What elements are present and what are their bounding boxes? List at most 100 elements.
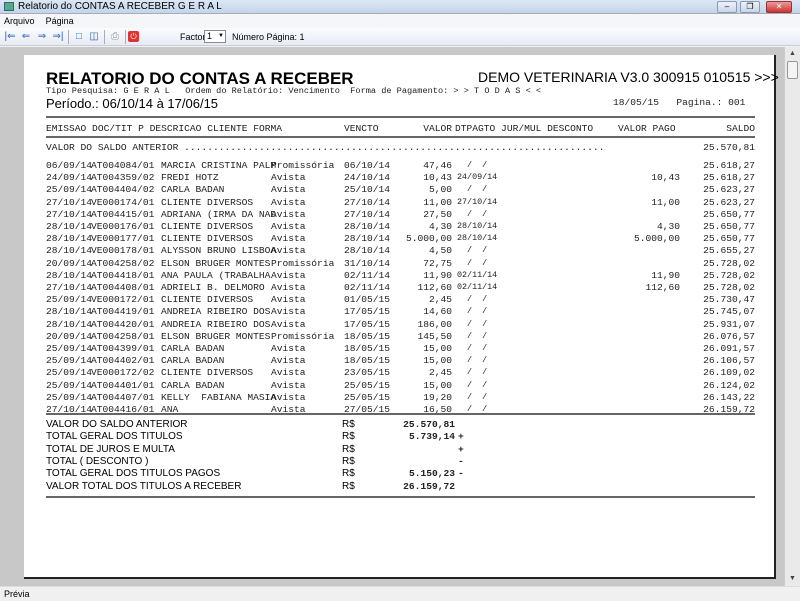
cell-vencto: 23/05/15 — [344, 367, 391, 379]
company-name: DEMO VETERINARIA V3.0 300915 010515 >>> — [478, 69, 779, 85]
menu-arquivo[interactable]: Arquivo — [0, 14, 39, 28]
exit-icon[interactable]: ⏻ — [128, 31, 139, 42]
single-page-icon[interactable]: □ — [72, 30, 86, 43]
cell-emissao: 20/09/14 — [46, 257, 93, 269]
summary-currency: R$ — [342, 419, 355, 430]
cell-doc: AT004415/01 — [91, 208, 155, 220]
prev-page-icon[interactable]: ⇐ — [19, 30, 33, 43]
cell-valor: 2,45 — [428, 294, 452, 306]
cell-saldo: 25.745,07 — [703, 306, 755, 318]
cell-doc: VE000172/01 — [91, 294, 155, 306]
cell-dtpagto: 28/10/14 — [457, 233, 498, 244]
cell-cliente: CARLA BADAN — [161, 355, 225, 367]
cell-forma: Promissória — [271, 257, 335, 269]
summary-label: TOTAL DE JUROS E MULTA — [46, 443, 175, 455]
cell-dtpagto: / / — [457, 306, 488, 317]
print-icon[interactable]: ⎙ — [108, 30, 122, 43]
cell-vencto: 17/05/15 — [344, 306, 391, 318]
cell-cliente: ANA PAULA (TRABALHA — [161, 269, 271, 281]
cell-doc: AT004420/01 — [91, 318, 155, 330]
cell-valor: 15,00 — [423, 355, 452, 367]
cell-doc: AT004258/01 — [91, 330, 155, 342]
cell-saldo: 25.730,47 — [703, 294, 755, 306]
cell-forma: Avista — [271, 379, 306, 391]
first-page-icon[interactable]: |⇐ — [3, 30, 17, 43]
cell-vencto: 31/10/14 — [344, 257, 391, 269]
cell-valor: 5,00 — [428, 184, 452, 196]
cell-doc: AT004258/02 — [91, 257, 155, 269]
report-date-page: 18/05/15 Pagina.: 001 — [613, 97, 746, 108]
cell-valor: 72,75 — [423, 257, 452, 269]
summary-label: TOTAL ( DESCONTO ) — [46, 455, 149, 467]
status-text: Prévia — [4, 589, 30, 599]
cell-saldo: 25.618,27 — [703, 160, 755, 171]
header-valor: VALOR — [423, 123, 452, 134]
cell-vencto: 28/10/14 — [344, 233, 391, 245]
cell-cliente: ELSON BRUGER MONTES — [161, 257, 271, 269]
divider — [46, 116, 755, 118]
cell-forma: Avista — [271, 221, 306, 232]
cell-vencto: 27/10/14 — [344, 208, 391, 220]
cell-valor-pago: 112,60 — [645, 282, 680, 293]
next-page-icon[interactable]: ⇒ — [35, 30, 49, 43]
cell-saldo: 25.728,02 — [703, 282, 755, 293]
two-pages-icon[interactable]: ◫ — [87, 30, 101, 43]
cell-valor: 11,00 — [423, 196, 452, 208]
cell-forma: Avista — [271, 306, 306, 318]
cell-dtpagto: / / — [457, 355, 488, 366]
factor-select[interactable]: 1 ▼ — [204, 30, 226, 43]
report-filters: Tipo Pesquisa: G E R A L Ordem do Relató… — [46, 86, 542, 96]
cell-valor: 27,50 — [423, 208, 452, 220]
summary-value: 26.159,72 — [403, 480, 455, 492]
cell-saldo: 25.650,77 — [703, 221, 755, 232]
cell-doc: AT004407/01 — [91, 391, 155, 403]
cell-dtpagto: / / — [457, 367, 488, 378]
summary-sign: - — [458, 468, 464, 480]
cell-saldo: 25.655,27 — [703, 245, 755, 257]
cell-vencto: 28/10/14 — [344, 245, 391, 257]
cell-dtpagto: / / — [457, 391, 488, 402]
last-page-icon[interactable]: ⇒| — [51, 30, 65, 43]
cell-doc: AT004399/01 — [91, 343, 155, 354]
scroll-up-icon[interactable]: ▲ — [785, 47, 800, 61]
report-period: Período.: 06/10/14 à 17/06/15 — [46, 96, 219, 111]
summary-sign: + — [458, 443, 464, 455]
cell-saldo: 25.650,77 — [703, 208, 755, 220]
cell-valor: 19,20 — [423, 391, 452, 403]
cell-dtpagto: / / — [457, 208, 488, 219]
cell-saldo: 26.109,02 — [703, 367, 755, 379]
menu-pagina[interactable]: Página — [42, 14, 78, 28]
cell-vencto: 02/11/14 — [344, 269, 391, 281]
cell-emissao: 28/10/14 — [46, 233, 93, 245]
cell-cliente: CARLA BADAN — [161, 343, 225, 354]
cell-cliente: KELLY FABIANA MASIA — [161, 391, 277, 403]
summary-currency: R$ — [342, 480, 355, 492]
close-button[interactable]: ✕ — [766, 1, 792, 13]
scroll-thumb[interactable] — [787, 61, 798, 79]
cell-valor-pago: 4,30 — [656, 221, 680, 232]
minimize-button[interactable]: – — [717, 1, 737, 13]
cell-cliente: CLIENTE DIVERSOS — [161, 196, 254, 208]
restore-button[interactable]: ❐ — [740, 1, 760, 13]
cell-cliente: ELSON BRUGER MONTES — [161, 330, 271, 342]
cell-vencto: 17/05/15 — [344, 318, 391, 330]
cell-cliente: ALYSSON BRUNO LISBOA — [161, 245, 277, 257]
cell-cliente: FREDI HOTZ — [161, 172, 219, 184]
cell-forma: Promissória — [271, 330, 335, 342]
cell-forma: Avista — [271, 282, 306, 293]
cell-dtpagto: / / — [457, 379, 488, 390]
cell-saldo: 25.623,27 — [703, 184, 755, 196]
header-left: EMISSAO DOC/TIT P DESCRICAO CLIENTE FORM… — [46, 123, 283, 134]
cell-saldo: 26.143,22 — [703, 391, 755, 403]
cell-emissao: 27/10/14 — [46, 282, 93, 293]
vertical-scrollbar[interactable]: ▲ ▼ — [784, 47, 800, 586]
cell-valor: 186,00 — [417, 318, 452, 330]
scroll-down-icon[interactable]: ▼ — [785, 572, 800, 586]
cell-emissao: 28/10/14 — [46, 318, 93, 330]
factor-value: 1 — [207, 31, 213, 41]
cell-valor-pago: 11,00 — [651, 196, 680, 208]
divider — [46, 413, 755, 415]
cell-valor: 4,30 — [428, 221, 452, 232]
cell-forma: Avista — [271, 269, 306, 281]
cell-cliente: CLIENTE DIVERSOS — [161, 221, 254, 232]
